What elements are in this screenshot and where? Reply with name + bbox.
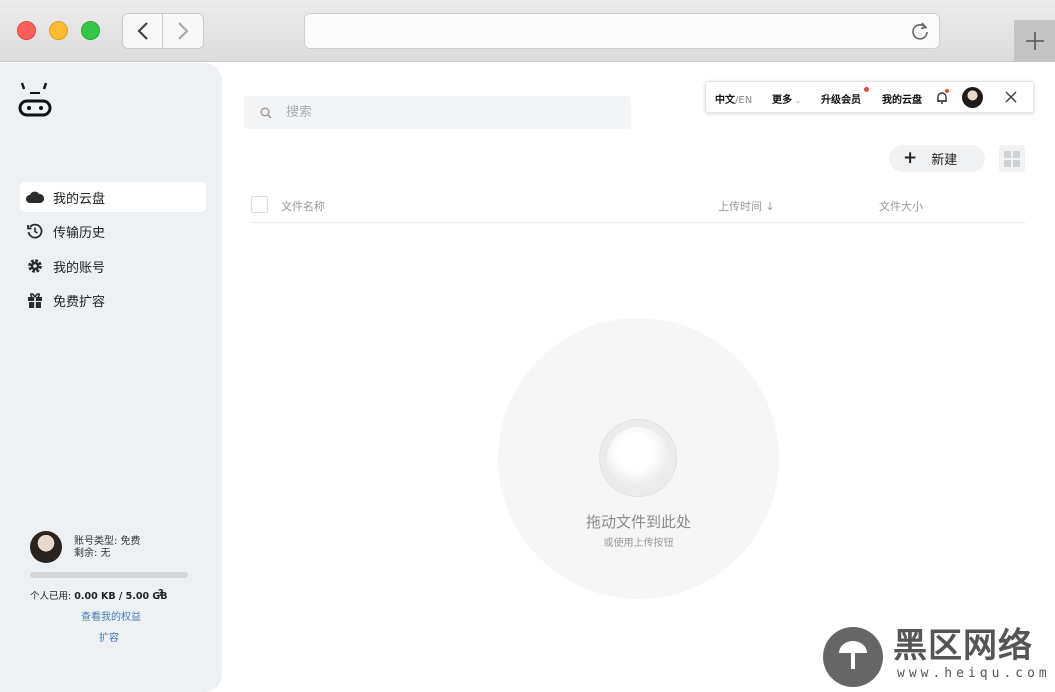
sort-arrow-icon: ↓	[765, 200, 775, 213]
more-label: 更多	[772, 95, 792, 106]
forward-button[interactable]	[163, 13, 204, 49]
watermark-logo-icon	[823, 627, 883, 687]
account-remaining: 剩余: 无	[74, 548, 111, 559]
minimize-window-button[interactable]	[49, 21, 68, 40]
history-icon	[26, 222, 44, 240]
expand-storage-link[interactable]: 扩容	[0, 629, 218, 644]
close-icon[interactable]	[1005, 91, 1017, 106]
grid-icon-cell	[1004, 159, 1011, 167]
plus-icon	[1025, 32, 1044, 50]
grid-icon-cell	[1013, 159, 1020, 167]
window-titlebar	[0, 0, 1055, 62]
cloud-icon	[26, 188, 44, 206]
table-header-divider	[250, 222, 1026, 223]
view-rights-link[interactable]: 查看我的权益	[0, 608, 222, 623]
column-header-size[interactable]: 文件大小	[879, 198, 923, 214]
watermark-url: www.heiqu.com	[897, 666, 1051, 681]
sidebar-item-free-expansion[interactable]: 免费扩容	[20, 285, 206, 315]
sidebar: 我的云盘 传输历史 我的账号 免费扩容 账号类型: 免费 剩余: 无 个人已用:…	[0, 63, 222, 692]
new-button-label: 新建	[931, 153, 958, 168]
upgrade-notify-dot	[864, 87, 869, 92]
watermark-text: 黑区网络	[893, 626, 1033, 666]
upload-time-label: 上传时间	[718, 200, 762, 213]
usage-label: 个人已用:	[30, 591, 75, 602]
storage-usage-bar	[30, 572, 188, 578]
select-all-checkbox[interactable]	[251, 196, 268, 213]
usage-value: 0.00 KB / 5.00 GB	[74, 591, 168, 602]
chevron-left-icon	[136, 22, 148, 40]
drop-zone-title: 拖动文件到此处	[585, 513, 691, 531]
top-nav-bar: 中文/EN 更多 ⌄ 升级会员 我的云盘	[705, 81, 1034, 113]
chevron-right-icon	[178, 22, 189, 40]
storage-usage-text: 个人已用: 0.00 KB / 5.00 GB	[30, 588, 167, 602]
lang-zh: 中文	[715, 95, 735, 106]
sidebar-item-label: 我的云盘	[53, 191, 106, 207]
search-box[interactable]	[244, 96, 631, 129]
app-logo-icon	[18, 82, 52, 117]
reload-icon[interactable]	[910, 21, 930, 41]
upload-bubble-inner	[607, 427, 669, 489]
sidebar-item-label: 我的账号	[53, 260, 106, 276]
bell-notify-dot	[945, 89, 949, 93]
grid-icon	[1004, 150, 1011, 158]
address-bar[interactable]	[304, 13, 940, 49]
upgrade-link[interactable]: 升级会员	[821, 91, 861, 106]
account-type: 账号类型: 免费	[74, 536, 141, 547]
sidebar-item-transfer-history[interactable]: 传输历史	[20, 216, 206, 246]
user-avatar[interactable]	[962, 87, 983, 108]
column-header-upload-time[interactable]: 上传时间 ↓	[718, 198, 775, 214]
lang-en: /EN	[735, 95, 753, 106]
gear-icon	[26, 257, 44, 275]
drop-zone-subtitle: 或使用上传按钮	[603, 538, 674, 549]
chevron-down-icon: ⌄	[792, 96, 802, 105]
upload-bubble-icon	[599, 419, 677, 497]
avatar[interactable]	[30, 531, 62, 563]
my-cloud-link[interactable]: 我的云盘	[882, 91, 922, 106]
search-input[interactable]	[286, 105, 586, 120]
account-info: 账号类型: 免费 剩余: 无	[74, 536, 141, 560]
zoom-window-button[interactable]	[81, 21, 100, 40]
back-button[interactable]	[122, 13, 163, 49]
column-header-name[interactable]: 文件名称	[281, 198, 325, 214]
more-menu[interactable]: 更多 ⌄	[772, 91, 801, 106]
language-switch[interactable]: 中文/EN	[715, 91, 752, 106]
sidebar-item-label: 传输历史	[53, 225, 106, 241]
new-button[interactable]: + 新建	[889, 145, 985, 172]
new-tab-button[interactable]	[1014, 20, 1055, 62]
grid-icon-cell	[1013, 150, 1020, 158]
plus-icon: +	[903, 148, 918, 168]
sidebar-item-my-account[interactable]: 我的账号	[20, 251, 206, 281]
sidebar-item-label: 免费扩容	[53, 294, 106, 310]
grid-view-button[interactable]	[999, 145, 1025, 172]
search-icon	[260, 107, 272, 118]
sidebar-item-my-cloud[interactable]: 我的云盘	[20, 182, 206, 212]
gift-icon	[26, 291, 44, 309]
bell-icon[interactable]	[936, 91, 948, 107]
usage-help-icon[interactable]: ?	[158, 588, 164, 599]
close-window-button[interactable]	[17, 21, 36, 40]
